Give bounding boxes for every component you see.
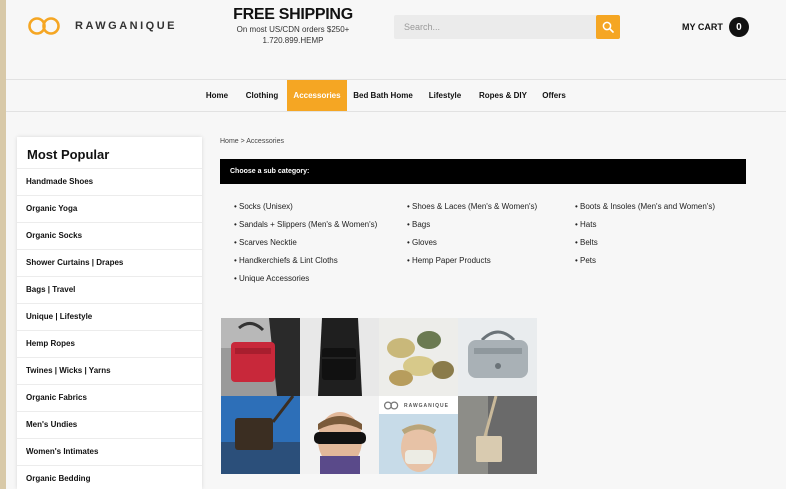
subcategory-link[interactable]: • Hemp Paper Products — [407, 252, 537, 270]
collage-tile-shoulder-bag[interactable] — [221, 396, 300, 474]
sidebar-title: Most Popular — [17, 137, 202, 169]
subcategory-column-1: • Socks (Unisex) • Sandals + Slippers (M… — [234, 198, 377, 288]
search-button[interactable] — [596, 15, 620, 39]
sidebar-item-unique-lifestyle[interactable]: Unique | Lifestyle — [17, 304, 202, 331]
collage-logo-icon — [383, 401, 399, 410]
shoulder-bag-image — [221, 396, 300, 474]
red-bag-image — [221, 318, 300, 396]
shipping-promo: FREE SHIPPING On most US/CDN orders $250… — [228, 6, 358, 46]
shipping-title: FREE SHIPPING — [233, 6, 353, 23]
ropes-image — [379, 318, 458, 396]
collage-logo-overlay: RAWGANIQUE — [383, 401, 449, 410]
subcategory-link[interactable]: • Bags — [407, 216, 537, 234]
subcategory-column-2: • Shoes & Laces (Men's & Women's) • Bags… — [407, 198, 537, 270]
search-input[interactable] — [394, 15, 594, 39]
subcategory-heading: Choose a sub category: — [220, 159, 746, 184]
shipping-terms: On most US/CDN orders $250+ — [236, 25, 350, 34]
search-icon — [602, 21, 614, 33]
subcategory-link[interactable]: • Sandals + Slippers (Men's & Women's) — [234, 216, 377, 234]
cart-link[interactable]: MY CART 0 — [682, 17, 749, 37]
logo-text: RAWGANIQUE — [75, 20, 177, 32]
search-box — [394, 15, 620, 39]
nav-item-lifestyle[interactable]: Lifestyle — [423, 80, 467, 111]
nav-item-home[interactable]: Home — [202, 80, 232, 111]
subcategory-link[interactable]: • Hats — [575, 216, 715, 234]
collage-tile-crossbody[interactable] — [458, 396, 537, 474]
crossbody-image — [458, 396, 537, 474]
nav-item-clothing[interactable]: Clothing — [242, 80, 282, 111]
sleep-mask-image — [300, 396, 379, 474]
most-popular-sidebar: Most Popular Handmade Shoes Organic Yoga… — [17, 137, 202, 489]
accessories-collage[interactable]: RAWGANIQUE — [221, 318, 537, 474]
subcategory-link[interactable]: • Shoes & Laces (Men's & Women's) — [407, 198, 537, 216]
nav-item-offers[interactable]: Offers — [537, 80, 571, 111]
main-nav: Home Clothing Accessories Bed Bath Home … — [6, 80, 786, 112]
breadcrumb[interactable]: Home > Accessories — [220, 138, 284, 145]
sidebar-item-bags-travel[interactable]: Bags | Travel — [17, 277, 202, 304]
nav-item-bed-bath-home[interactable]: Bed Bath Home — [352, 80, 414, 111]
grey-duffel-image — [458, 318, 537, 396]
collage-tile-red-bag[interactable] — [221, 318, 300, 396]
nav-item-accessories[interactable]: Accessories — [287, 80, 347, 111]
sidebar-item-organic-yoga[interactable]: Organic Yoga — [17, 196, 202, 223]
sidebar-item-womens-intimates[interactable]: Women's Intimates — [17, 439, 202, 466]
nav-item-ropes-diy[interactable]: Ropes & DIY — [475, 80, 531, 111]
subcategory-link[interactable]: • Unique Accessories — [234, 270, 377, 288]
cart-label: MY CART — [682, 22, 723, 32]
logo-infinity-icon — [28, 17, 60, 35]
subcategory-column-3: • Boots & Insoles (Men's and Women's) • … — [575, 198, 715, 270]
collage-tile-face-mask[interactable]: RAWGANIQUE — [379, 396, 458, 474]
page: RAWGANIQUE FREE SHIPPING On most US/CDN … — [6, 0, 786, 489]
sidebar-item-organic-fabrics[interactable]: Organic Fabrics — [17, 385, 202, 412]
subcategory-link[interactable]: • Pets — [575, 252, 715, 270]
cart-count-badge: 0 — [728, 17, 749, 37]
sidebar-item-organic-socks[interactable]: Organic Socks — [17, 223, 202, 250]
collage-tile-sleep-mask[interactable] — [300, 396, 379, 474]
subcategory-link[interactable]: • Socks (Unisex) — [234, 198, 377, 216]
sidebar-item-hemp-ropes[interactable]: Hemp Ropes — [17, 331, 202, 358]
subcategory-link[interactable]: • Gloves — [407, 234, 537, 252]
collage-tile-ropes[interactable] — [379, 318, 458, 396]
collage-logo-text: RAWGANIQUE — [404, 402, 449, 409]
sidebar-item-mens-undies[interactable]: Men's Undies — [17, 412, 202, 439]
collage-tile-black-bag[interactable] — [300, 318, 379, 396]
subcategory-link[interactable]: • Boots & Insoles (Men's and Women's) — [575, 198, 715, 216]
black-bag-image — [300, 318, 379, 396]
phone-number[interactable]: 1.720.899.HEMP — [228, 35, 358, 46]
sidebar-item-handmade-shoes[interactable]: Handmade Shoes — [17, 169, 202, 196]
site-logo[interactable]: RAWGANIQUE — [26, 16, 177, 36]
sidebar-item-shower-curtains[interactable]: Shower Curtains | Drapes — [17, 250, 202, 277]
subcategory-link[interactable]: • Scarves Necktie — [234, 234, 377, 252]
sidebar-item-organic-bedding[interactable]: Organic Bedding — [17, 466, 202, 489]
sidebar-item-twines[interactable]: Twines | Wicks | Yarns — [17, 358, 202, 385]
subcategory-link[interactable]: • Handkerchiefs & Lint Cloths — [234, 252, 377, 270]
site-header: RAWGANIQUE FREE SHIPPING On most US/CDN … — [6, 0, 786, 80]
subcategory-link[interactable]: • Belts — [575, 234, 715, 252]
collage-tile-grey-duffel[interactable] — [458, 318, 537, 396]
